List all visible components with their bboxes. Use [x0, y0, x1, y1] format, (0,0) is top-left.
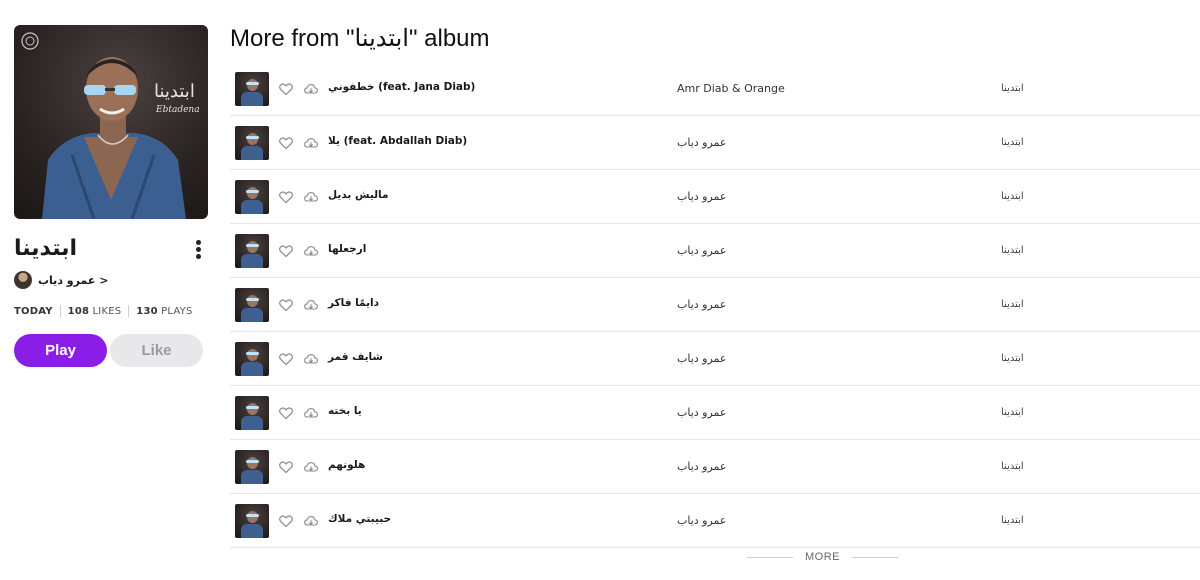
artist-link[interactable]: ‫< عمرو دياب‬ [14, 271, 108, 289]
track-title[interactable]: شايف قمر [328, 351, 383, 363]
artist-avatar [14, 271, 32, 289]
cloud-download-icon[interactable] [303, 351, 319, 367]
track-title[interactable]: خطفوني (feat. Jana Diab) [328, 81, 475, 93]
track-artist[interactable]: عمرو دياب [677, 514, 726, 527]
track-album[interactable]: ابتدينا [1001, 515, 1024, 526]
track-title[interactable]: ماليش بديل [328, 189, 389, 201]
track-album[interactable]: ابتدينا [1001, 407, 1024, 418]
more-divider-left [747, 556, 793, 558]
cloud-download-icon[interactable] [303, 81, 319, 97]
cloud-download-icon[interactable] [303, 405, 319, 421]
track-artist[interactable]: عمرو دياب [677, 136, 726, 149]
track-title[interactable]: يلا (feat. Abdallah Diab) [328, 135, 467, 147]
more-button[interactable]: MORE [805, 551, 840, 563]
cloud-download-icon[interactable] [303, 189, 319, 205]
track-thumbnail[interactable] [235, 72, 269, 106]
track-row[interactable]: يلا (feat. Abdallah Diab) عمرو دياب ابتدين… [230, 116, 1200, 170]
play-button[interactable]: Play [14, 334, 107, 367]
track-thumbnail[interactable] [235, 342, 269, 376]
track-album[interactable]: ابتدينا [1001, 299, 1024, 310]
track-row[interactable]: شايف قمر عمرو دياب ابتدينا [230, 332, 1200, 386]
track-album[interactable]: ابتدينا [1001, 245, 1024, 256]
track-title[interactable]: هلونهم [328, 459, 365, 471]
cover-subtitle-text: Ebtadena [156, 105, 200, 115]
album-stats: TODAY 108 LIKES 130 PLAYS [14, 305, 193, 317]
track-title[interactable]: ارجعلها [328, 243, 366, 255]
heart-icon[interactable] [278, 459, 294, 475]
heart-icon[interactable] [278, 189, 294, 205]
track-row[interactable]: ارجعلها عمرو دياب ابتدينا [230, 224, 1200, 278]
track-thumbnail[interactable] [235, 396, 269, 430]
track-title[interactable]: دايمًا فاكر [328, 297, 379, 309]
more-control[interactable]: MORE [747, 551, 898, 563]
section-title: More from "ابتدينا" album [230, 25, 490, 52]
likes-count: 108 [67, 305, 90, 317]
cover-title-text: ابتدينا [154, 81, 195, 102]
heart-icon[interactable] [278, 243, 294, 259]
track-row[interactable]: خطفوني (feat. Jana Diab) Amr Diab & Orang… [230, 62, 1200, 116]
track-album[interactable]: ابتدينا [1001, 461, 1024, 472]
track-artist[interactable]: عمرو دياب [677, 244, 726, 257]
like-button[interactable]: Like [110, 334, 203, 367]
track-album[interactable]: ابتدينا [1001, 353, 1024, 364]
release-date: TODAY [14, 305, 53, 317]
heart-icon[interactable] [278, 135, 294, 151]
track-album[interactable]: ابتدينا [1001, 83, 1024, 94]
more-options-icon[interactable] [192, 240, 204, 262]
track-artist[interactable]: عمرو دياب [677, 406, 726, 419]
cloud-download-icon[interactable] [303, 513, 319, 529]
track-thumbnail[interactable] [235, 288, 269, 322]
more-divider-right [852, 556, 898, 558]
track-row[interactable]: حبيبتي ملاك عمرو دياب ابتدينا [230, 494, 1200, 548]
heart-icon[interactable] [278, 405, 294, 421]
stats-divider [128, 305, 130, 317]
cloud-download-icon[interactable] [303, 135, 319, 151]
heart-icon[interactable] [278, 351, 294, 367]
track-album[interactable]: ابتدينا [1001, 191, 1024, 202]
cloud-download-icon[interactable] [303, 459, 319, 475]
heart-icon[interactable] [278, 297, 294, 313]
track-artist[interactable]: Amr Diab & Orange [677, 82, 785, 95]
cloud-download-icon[interactable] [303, 243, 319, 259]
track-thumbnail[interactable] [235, 504, 269, 538]
plays-label: PLAYS [161, 305, 193, 317]
track-row[interactable]: دايمًا فاكر عمرو دياب ابتدينا [230, 278, 1200, 332]
track-title[interactable]: حبيبتي ملاك [328, 513, 391, 525]
track-artist[interactable]: عمرو دياب [677, 298, 726, 311]
track-thumbnail[interactable] [235, 126, 269, 160]
heart-icon[interactable] [278, 81, 294, 97]
track-thumbnail[interactable] [235, 234, 269, 268]
artist-name[interactable]: ‫< عمرو دياب‬ [38, 274, 108, 287]
track-row[interactable]: هلونهم عمرو دياب ابتدينا [230, 440, 1200, 494]
track-list: خطفوني (feat. Jana Diab) Amr Diab & Orang… [230, 62, 1200, 548]
track-artist[interactable]: عمرو دياب [677, 190, 726, 203]
album-title: ابتدينا [14, 236, 77, 261]
track-artist[interactable]: عمرو دياب [677, 352, 726, 365]
likes-label: LIKES [92, 305, 122, 317]
album-cover: ابتدينا Ebtadena [14, 25, 208, 219]
track-title[interactable]: يا بخته [328, 405, 362, 417]
track-album[interactable]: ابتدينا [1001, 137, 1024, 148]
heart-icon[interactable] [278, 513, 294, 529]
track-artist[interactable]: عمرو دياب [677, 460, 726, 473]
track-row[interactable]: يا بخته عمرو دياب ابتدينا [230, 386, 1200, 440]
plays-count: 130 [136, 305, 158, 317]
track-thumbnail[interactable] [235, 450, 269, 484]
stats-divider [59, 305, 61, 317]
album-cover-art [21, 32, 186, 219]
cloud-download-icon[interactable] [303, 297, 319, 313]
track-thumbnail[interactable] [235, 180, 269, 214]
track-row[interactable]: ماليش بديل عمرو دياب ابتدينا [230, 170, 1200, 224]
